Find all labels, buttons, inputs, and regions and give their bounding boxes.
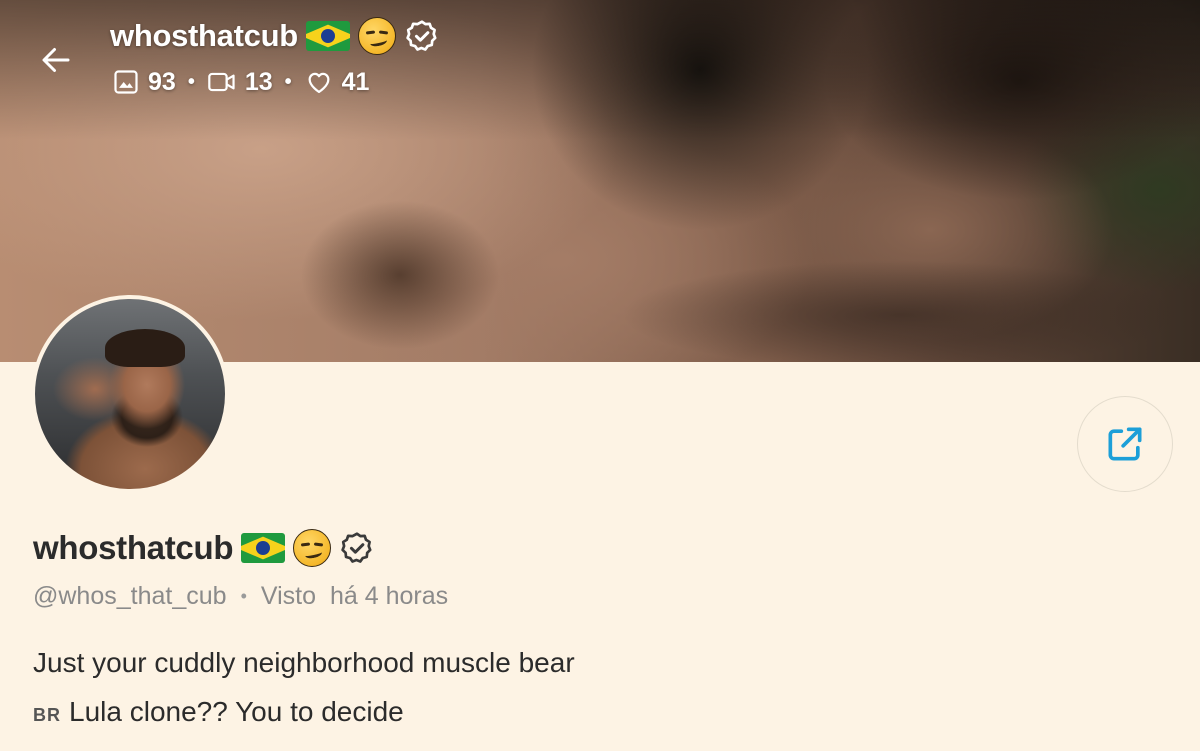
verified-badge-icon [339, 530, 375, 566]
separator-dot: • [240, 585, 247, 606]
back-button[interactable] [34, 38, 78, 82]
cover-detail [620, 260, 1180, 362]
top-bar: whosthatcub 93 • 13 • 41 [0, 0, 1200, 110]
profile-handle: @whos_that_cub [33, 581, 227, 610]
brazil-flag-icon [241, 533, 286, 563]
arrow-left-icon [42, 48, 70, 72]
profile-page: whosthatcub 93 • 13 • 41 whosthatcub @wh… [0, 0, 1200, 751]
videos-count: 13 [244, 67, 273, 96]
verified-badge-icon [404, 18, 440, 54]
bio-text: Lula clone?? You to decide [69, 696, 404, 727]
videos-stat[interactable]: 13 [207, 68, 273, 97]
avatar[interactable] [31, 295, 229, 493]
image-icon [114, 70, 138, 94]
last-seen: há 4 horas [330, 581, 449, 610]
stats-row: 93 • 13 • 41 [112, 66, 369, 98]
photos-count: 93 [148, 67, 176, 96]
bio-line: Just your cuddly neighborhood muscle bea… [33, 647, 575, 678]
separator-dot: • [187, 70, 195, 93]
share-button[interactable] [1077, 396, 1173, 492]
bio-line: BR Lula clone?? You to decide [33, 694, 1133, 733]
profile-name-row: whosthatcub [33, 526, 375, 570]
handle-row: @whos_that_cub • Visto há 4 horas [33, 580, 448, 612]
separator-dot: • [284, 70, 292, 93]
profile-display-name: whosthatcub [33, 529, 234, 566]
smirk-emoji-icon [293, 529, 332, 567]
photos-stat[interactable]: 93 [112, 68, 176, 97]
header-username: whosthatcub [110, 18, 298, 53]
likes-stat[interactable]: 41 [304, 67, 370, 97]
seen-label: Visto [260, 581, 317, 610]
avatar-detail [105, 329, 185, 367]
heart-icon [308, 72, 330, 94]
cover-detail [300, 200, 500, 350]
header-name-row: whosthatcub [110, 16, 440, 56]
share-icon [1108, 427, 1142, 461]
likes-count: 41 [341, 67, 370, 96]
bio-flag-text: BR [33, 705, 61, 725]
video-icon [208, 72, 235, 92]
brazil-flag-icon [305, 21, 350, 51]
smirk-emoji-icon [357, 17, 396, 55]
